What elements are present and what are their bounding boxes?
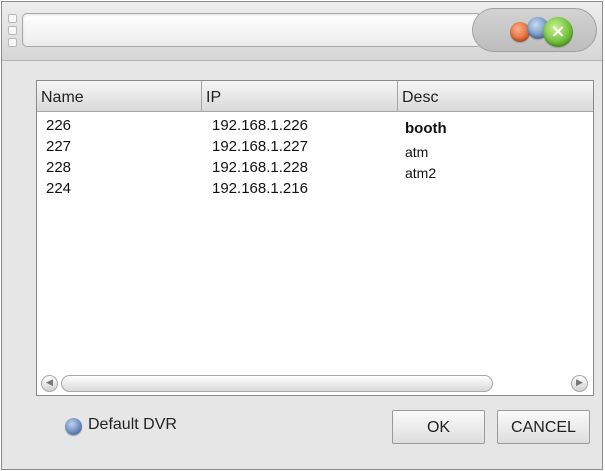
scroll-left-icon[interactable]: ◀ (41, 375, 58, 392)
row-desc: booth (405, 120, 447, 137)
column-header-name[interactable]: Name (37, 81, 201, 111)
default-dvr-radio[interactable] (65, 418, 82, 435)
title-bar[interactable]: × (2, 2, 602, 61)
scroll-right-icon[interactable]: ▶ (571, 375, 588, 392)
table-row[interactable]: 228 192.168.1.228 atm2 (37, 159, 593, 181)
row-ip: 192.168.1.226 (212, 117, 308, 134)
window-controls: × (472, 8, 597, 52)
dvr-list[interactable]: Name IP Desc 226 192.168.1.226 booth 227… (36, 80, 594, 396)
row-name: 228 (46, 159, 72, 176)
column-header-desc[interactable]: Desc (397, 81, 593, 111)
row-name: 226 (46, 117, 72, 134)
list-header: Name IP Desc (37, 81, 593, 112)
horizontal-scrollbar[interactable]: ◀ ▶ (41, 375, 589, 393)
dvr-dialog-window: × Name IP Desc 226 192.168.1.226 booth 2… (1, 1, 603, 470)
row-ip: 192.168.1.228 (212, 159, 308, 176)
table-row[interactable]: 224 192.168.1.216 (37, 180, 593, 201)
default-dvr-label[interactable]: Default DVR (88, 416, 177, 434)
scrollbar-thumb[interactable] (61, 375, 493, 392)
close-icon[interactable]: × (543, 17, 573, 47)
table-row[interactable]: 227 192.168.1.227 atm (37, 138, 593, 160)
cancel-button[interactable]: CANCEL (497, 410, 590, 444)
row-ip: 192.168.1.227 (212, 138, 308, 155)
row-name: 224 (46, 180, 72, 197)
ok-button[interactable]: OK (392, 410, 485, 444)
column-header-ip[interactable]: IP (201, 81, 397, 111)
row-name: 227 (46, 138, 72, 155)
row-ip: 192.168.1.216 (212, 180, 308, 197)
table-row[interactable]: 226 192.168.1.226 booth (37, 117, 593, 138)
title-field (22, 13, 482, 47)
drag-grip-icon[interactable] (8, 14, 18, 48)
